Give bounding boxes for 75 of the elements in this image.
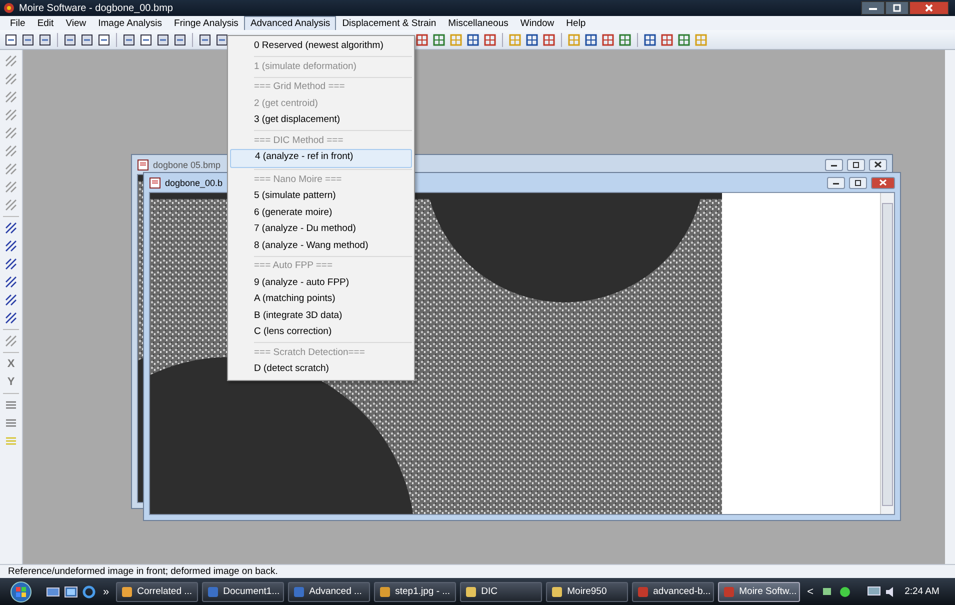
menu-item[interactable]: B (integrate 3D data) xyxy=(230,308,412,324)
menu-item[interactable]: C (lens correction) xyxy=(230,324,412,340)
taskbar-button[interactable]: Moire950 xyxy=(546,582,628,602)
close-icon xyxy=(874,161,882,168)
program-icon xyxy=(121,586,134,598)
program-icon xyxy=(379,586,392,598)
minimize-button[interactable] xyxy=(825,158,843,170)
minimize-button[interactable] xyxy=(861,1,885,15)
document-title: dogbone_00.b xyxy=(165,178,223,188)
close-button[interactable] xyxy=(869,158,887,170)
program-icon xyxy=(637,586,650,598)
program-icon xyxy=(723,586,736,598)
taskbar-button[interactable]: Moire Softw... xyxy=(718,582,800,602)
program-icon xyxy=(293,586,306,598)
taskbar-button[interactable]: Correlated ... xyxy=(116,582,198,602)
vertical-scrollbar[interactable] xyxy=(880,193,894,514)
desktop-icon[interactable] xyxy=(46,586,60,598)
menu-item[interactable]: 4 (analyze - ref in front) xyxy=(230,149,412,168)
menu-item[interactable]: 9 (analyze - auto FPP) xyxy=(230,274,412,291)
menu-item[interactable]: 6 (generate moire) xyxy=(230,204,412,221)
close-icon xyxy=(924,4,934,12)
status-text: Reference/undeformed image in front; deformed image on back. xyxy=(0,564,955,578)
axis-button[interactable]: X xyxy=(7,357,15,371)
tray-arrow[interactable]: < xyxy=(804,586,817,598)
overflow-chevron[interactable]: » xyxy=(100,586,112,598)
menu-item[interactable]: 8 (analyze - Wang method) xyxy=(230,238,412,254)
close-button[interactable] xyxy=(909,1,949,15)
menu-item[interactable]: 0 Reserved (newest algorithm) xyxy=(230,38,412,54)
menu-item[interactable]: View xyxy=(60,16,92,30)
menu-item[interactable]: Advanced Analysis xyxy=(244,16,336,30)
minimize-button[interactable] xyxy=(827,176,845,188)
menu-item[interactable]: Edit xyxy=(31,16,60,30)
windows-icon[interactable] xyxy=(64,586,78,598)
taskbar-button[interactable]: advanced-b... xyxy=(632,582,714,602)
menu-section-heading: === Grid Method === xyxy=(253,80,346,94)
menu-item[interactable]: A (matching points) xyxy=(230,291,412,308)
menu-item[interactable]: Miscellaneous xyxy=(442,16,514,30)
menu-item[interactable]: Displacement & Strain xyxy=(336,16,442,30)
menu-item[interactable]: Help xyxy=(560,16,592,30)
minimize-icon xyxy=(868,5,878,11)
taskbar-button[interactable]: Advanced ... xyxy=(288,582,370,602)
monitor-icon[interactable] xyxy=(866,586,881,598)
menu-item[interactable]: Window xyxy=(514,16,560,30)
menu-item[interactable]: 5 (simulate pattern) xyxy=(230,188,412,204)
clock: 2:24 AM xyxy=(904,586,940,597)
restore-icon xyxy=(852,162,860,168)
taskbar-button[interactable]: Document1... xyxy=(202,582,284,602)
restore-button[interactable] xyxy=(885,1,909,15)
program-icon xyxy=(551,586,564,598)
menu-item[interactable]: Image Analysis xyxy=(92,16,168,30)
menu-item[interactable]: 7 (analyze - Du method) xyxy=(230,221,412,238)
restore-icon xyxy=(892,4,902,12)
window-title: Moire Software - dogbone_00.bmp xyxy=(19,2,173,14)
restore-button[interactable] xyxy=(847,158,865,170)
axis-button[interactable]: Y xyxy=(7,375,15,389)
menu-item[interactable]: Fringe Analysis xyxy=(168,16,244,30)
taskbar-button[interactable]: step1.jpg - ... xyxy=(374,582,456,602)
program-icon xyxy=(465,586,478,598)
program-icon xyxy=(207,586,220,598)
flower-icon xyxy=(3,2,15,14)
close-icon xyxy=(879,179,887,186)
restore-button[interactable] xyxy=(849,176,867,188)
bitmap-file-icon xyxy=(137,158,149,170)
document-title: dogbone 05.bmp xyxy=(153,160,221,170)
menu-item[interactable]: File xyxy=(4,16,32,30)
menu-section-heading: === Nano Moire === xyxy=(253,172,343,186)
menu-section-heading: === DIC Method === xyxy=(253,134,344,148)
menu-item[interactable]: 3 (get displacement) xyxy=(230,112,412,128)
menu-section-heading: === Auto FPP === xyxy=(253,259,334,273)
bitmap-file-icon xyxy=(149,176,161,188)
taskbar-button[interactable]: DIC xyxy=(460,582,542,602)
menu-section-heading: === Scratch Detection=== xyxy=(253,346,366,360)
menu-item[interactable]: D (detect scratch) xyxy=(230,361,412,378)
restore-icon xyxy=(854,180,862,186)
hatch-icon[interactable] xyxy=(4,239,18,253)
